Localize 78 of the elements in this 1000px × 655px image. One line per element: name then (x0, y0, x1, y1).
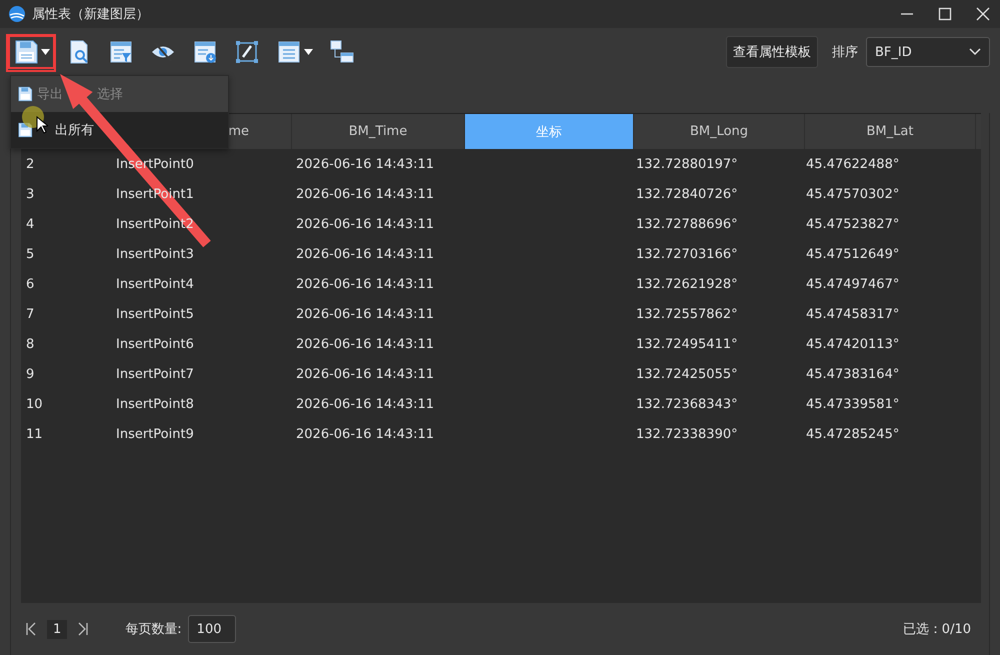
table-cell: 4 (26, 216, 34, 232)
sort-label: 排序 (832, 44, 858, 61)
table-cell: 2026-06-16 14:43:11 (296, 246, 434, 262)
table-cell: 132.72425055° (636, 366, 738, 382)
table-cell: 2026-06-16 14:43:11 (296, 216, 434, 232)
table-cell: InsertPoint3 (116, 246, 194, 262)
close-icon[interactable] (976, 7, 990, 21)
table-cell: InsertPoint4 (116, 276, 194, 292)
table-cell: 2026-06-16 14:43:11 (296, 156, 434, 172)
sort-dropdown[interactable]: BF_ID (866, 37, 990, 67)
table-cell: 2026-06-16 14:43:11 (296, 366, 434, 382)
menu-item-label: 导出 (37, 86, 63, 103)
table-cell: 6 (26, 276, 34, 292)
per-page-label: 每页数量: (125, 621, 182, 638)
table-cell: 10 (26, 396, 43, 412)
table-cell: 132.72788696° (636, 216, 738, 232)
floppy-icon (13, 39, 39, 65)
table-cell: 2026-06-16 14:43:11 (296, 186, 434, 202)
column-header[interactable]: BM_Long (634, 114, 805, 149)
table-cell: 9 (26, 366, 34, 382)
list-icon (276, 39, 302, 65)
table-cell: InsertPoint7 (116, 366, 194, 382)
template-button[interactable]: 查看属性模板 (726, 36, 818, 68)
table-cell: InsertPoint8 (116, 396, 194, 412)
table-cell: 45.47383164° (806, 366, 900, 382)
table-cell: InsertPoint6 (116, 336, 194, 352)
menu-item-label: 选择 (97, 86, 123, 103)
table-cell: 132.72368343° (636, 396, 738, 412)
table-cell: InsertPoint5 (116, 306, 194, 322)
table-cell: 45.47512649° (806, 246, 900, 262)
table-cell: 45.47570302° (806, 186, 900, 202)
pencil-icon (234, 39, 260, 65)
caret-icon (41, 49, 50, 55)
highlighted-tool-button[interactable] (8, 35, 55, 69)
first-page-icon[interactable] (25, 622, 37, 636)
table-cell: 2 (26, 156, 34, 172)
table-cell: 45.47339581° (806, 396, 900, 412)
page-number: 1 (47, 620, 68, 638)
globe-icon (8, 5, 26, 23)
table-cell: 132.72338390° (636, 426, 738, 442)
table-cell: 132.72880197° (636, 156, 738, 172)
highlight-frame (6, 34, 56, 72)
table-cell: 45.47523827° (806, 216, 900, 232)
table-cell: 132.72840726° (636, 186, 738, 202)
table-cell: 132.72557862° (636, 306, 738, 322)
column-header[interactable]: BM_Lat (805, 114, 976, 149)
table-cell: 45.47458317° (806, 306, 900, 322)
table-cell: 7 (26, 306, 34, 322)
filter-icon (108, 39, 134, 65)
table-cell: 45.47622488° (806, 156, 900, 172)
table-cell: 45.47420113° (806, 336, 900, 352)
table-cell: 2026-06-16 14:43:11 (296, 276, 434, 292)
window-link-icon (329, 39, 355, 65)
chevron-icon (969, 48, 981, 56)
table-cell: 132.72495411° (636, 336, 738, 352)
table-cell: 45.47285245° (806, 426, 900, 442)
cursor-icon (36, 116, 48, 134)
window-title: 属性表（新建图层） (32, 6, 149, 23)
table-cell: 3 (26, 186, 34, 202)
table-cell: 2026-06-16 14:43:11 (296, 426, 434, 442)
table-cell: InsertPoint9 (116, 426, 194, 442)
floppy-icon (17, 86, 33, 102)
table-cell: 8 (26, 336, 34, 352)
per-page-field[interactable]: 100 (188, 615, 236, 643)
menu-item-label: 出所有 (55, 122, 94, 139)
maximize-icon[interactable] (938, 7, 952, 21)
document-icon (192, 39, 218, 65)
table-cell: 132.72703166° (636, 246, 738, 262)
table-cell: 2026-06-16 14:43:11 (296, 396, 434, 412)
table-cell: 2026-06-16 14:43:11 (296, 336, 434, 352)
last-page-icon[interactable] (77, 622, 90, 636)
table-cell: 2026-06-16 14:43:11 (296, 306, 434, 322)
table-cell: 132.72621928° (636, 276, 738, 292)
selection-count: 已选：0/10 (902, 621, 971, 638)
caret-icon (304, 49, 313, 55)
table-cell: 11 (26, 426, 43, 442)
table-cell: 45.47497467° (806, 276, 900, 292)
table-cell: 5 (26, 246, 34, 262)
